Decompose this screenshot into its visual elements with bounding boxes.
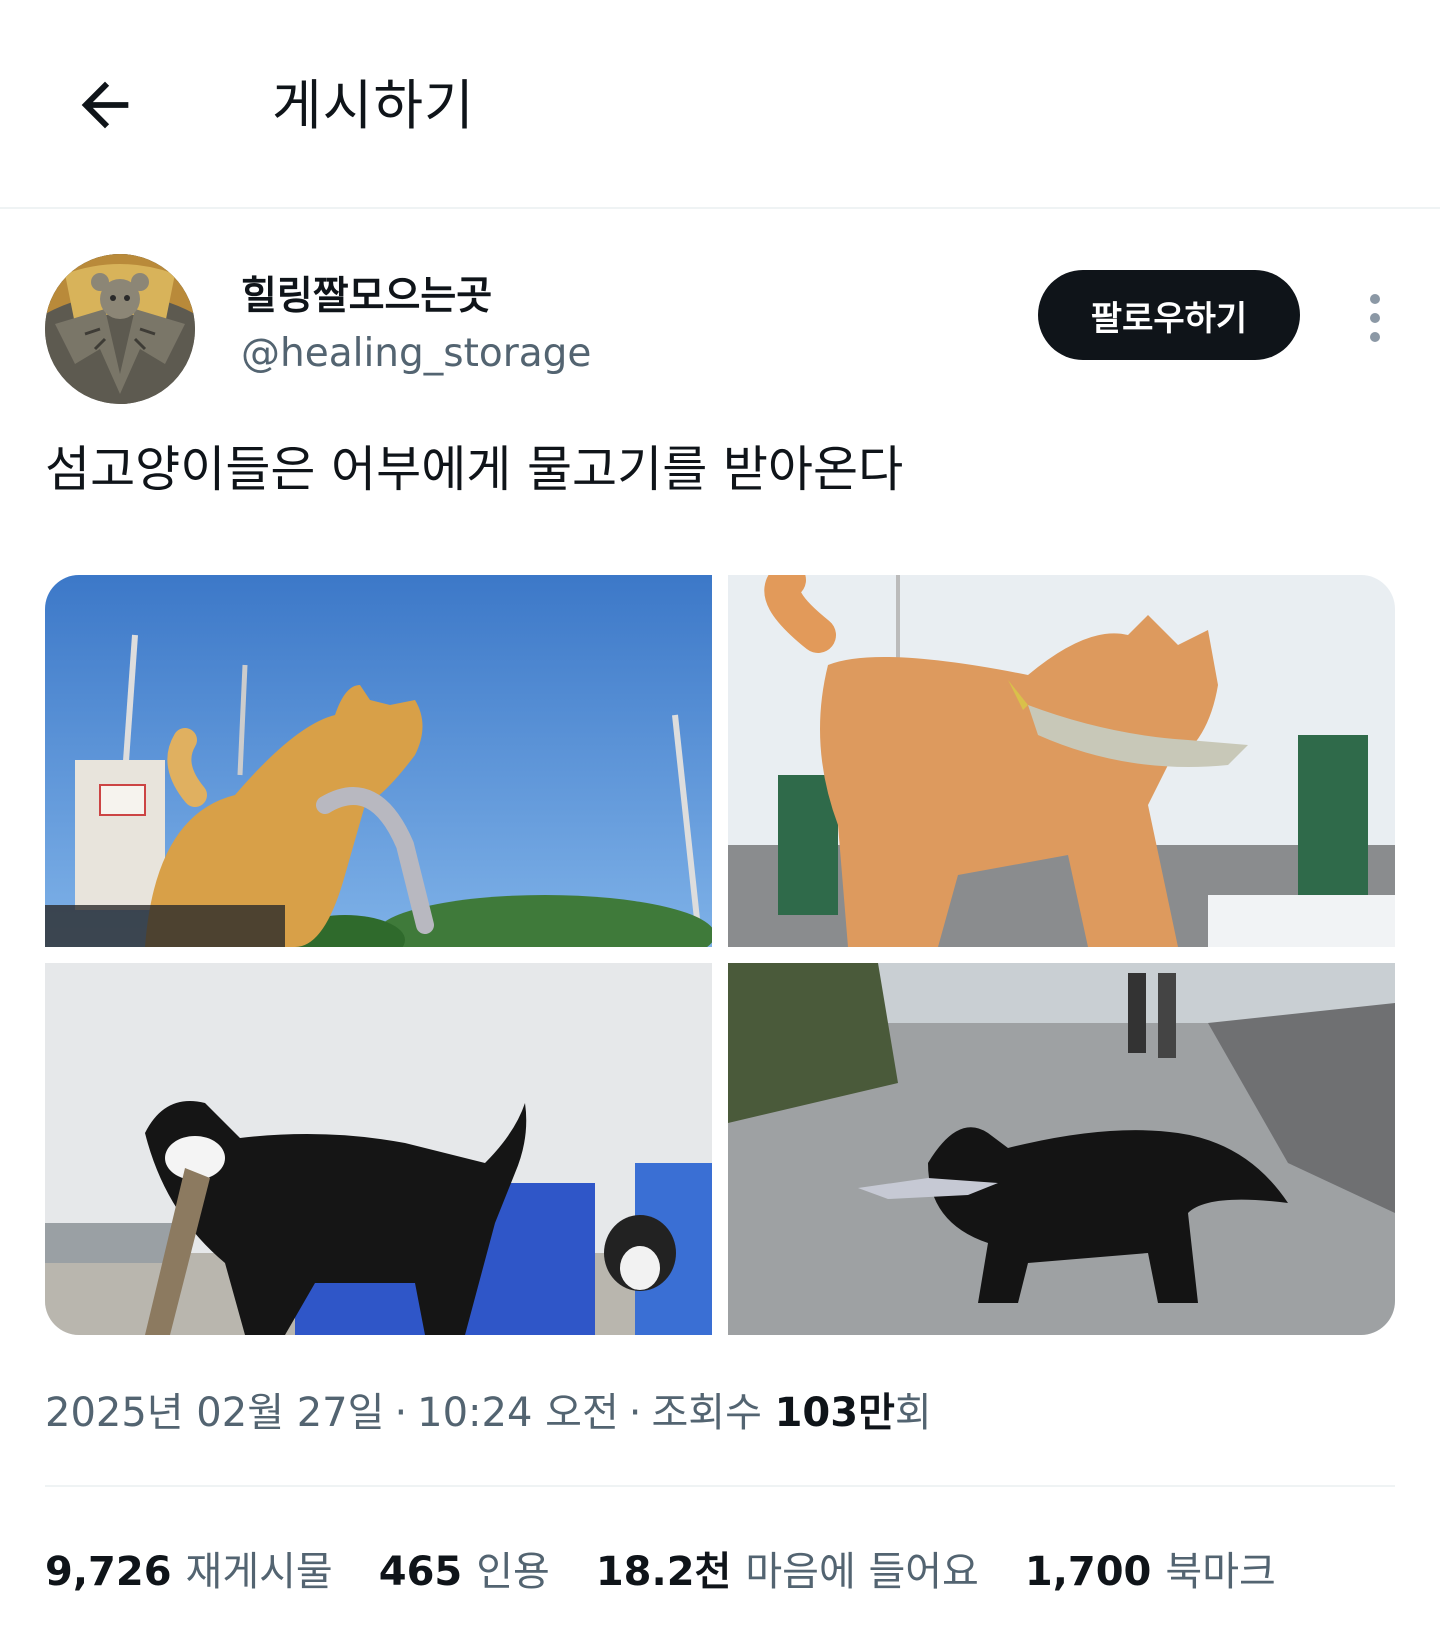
photo-1[interactable]	[45, 575, 712, 947]
back-button[interactable]	[60, 60, 150, 150]
post-date: 2025년 02월 27일	[45, 1390, 385, 1436]
stat-value: 18.2천	[595, 1549, 732, 1595]
more-options-button[interactable]	[1345, 278, 1405, 358]
post-meta: 2025년 02월 27일 · 10:24 오전 · 조회수 103만회	[45, 1387, 932, 1439]
stat-label: 재게시물	[185, 1549, 333, 1595]
avatar[interactable]	[45, 254, 195, 404]
photo-2[interactable]	[728, 575, 1395, 947]
more-dot	[1370, 313, 1380, 323]
meta-separator: ·	[628, 1390, 642, 1436]
display-name[interactable]: 힐링짤모으는곳	[241, 272, 492, 322]
page-title: 게시하기	[272, 74, 475, 137]
stat-reposts[interactable]: 9,726 재게시물	[45, 1545, 333, 1599]
stat-likes[interactable]: 18.2천 마음에 들어요	[596, 1545, 979, 1599]
more-dot	[1370, 332, 1380, 342]
stat-label: 인용	[476, 1549, 550, 1595]
user-handle[interactable]: @healing_storage	[241, 329, 591, 379]
post-time: 10:24 오전	[417, 1390, 619, 1436]
divider	[45, 1485, 1395, 1487]
more-vertical-icon	[1370, 294, 1380, 304]
photo-3[interactable]	[45, 963, 712, 1335]
stat-label: 북마크	[1165, 1549, 1276, 1595]
meta-separator: ·	[394, 1390, 408, 1436]
media-grid	[45, 575, 1395, 1335]
photo-4[interactable]	[728, 963, 1395, 1335]
stat-bookmarks[interactable]: 1,700 북마크	[1025, 1545, 1276, 1599]
views-label: 조회수	[651, 1390, 762, 1436]
post-text: 섬고양이들은 어부에게 물고기를 받아온다	[45, 441, 904, 498]
top-bar: 게시하기	[0, 0, 1440, 209]
engagement-stats: 9,726 재게시물 465 인용 18.2천 마음에 들어요 1,700 북마크	[45, 1545, 1322, 1599]
follow-button[interactable]: 팔로우하기	[1038, 270, 1300, 360]
arrow-left-icon	[81, 81, 129, 129]
author-row: 힐링짤모으는곳 @healing_storage 팔로우하기	[45, 254, 1395, 404]
stat-value: 465	[378, 1549, 463, 1595]
views-count[interactable]: 103만	[775, 1390, 895, 1436]
stat-quotes[interactable]: 465 인용	[379, 1545, 550, 1599]
views-suffix: 회	[894, 1390, 932, 1436]
stat-label: 마음에 들어요	[745, 1549, 979, 1595]
stat-value: 1,700	[1024, 1549, 1152, 1595]
stat-value: 9,726	[45, 1549, 172, 1595]
